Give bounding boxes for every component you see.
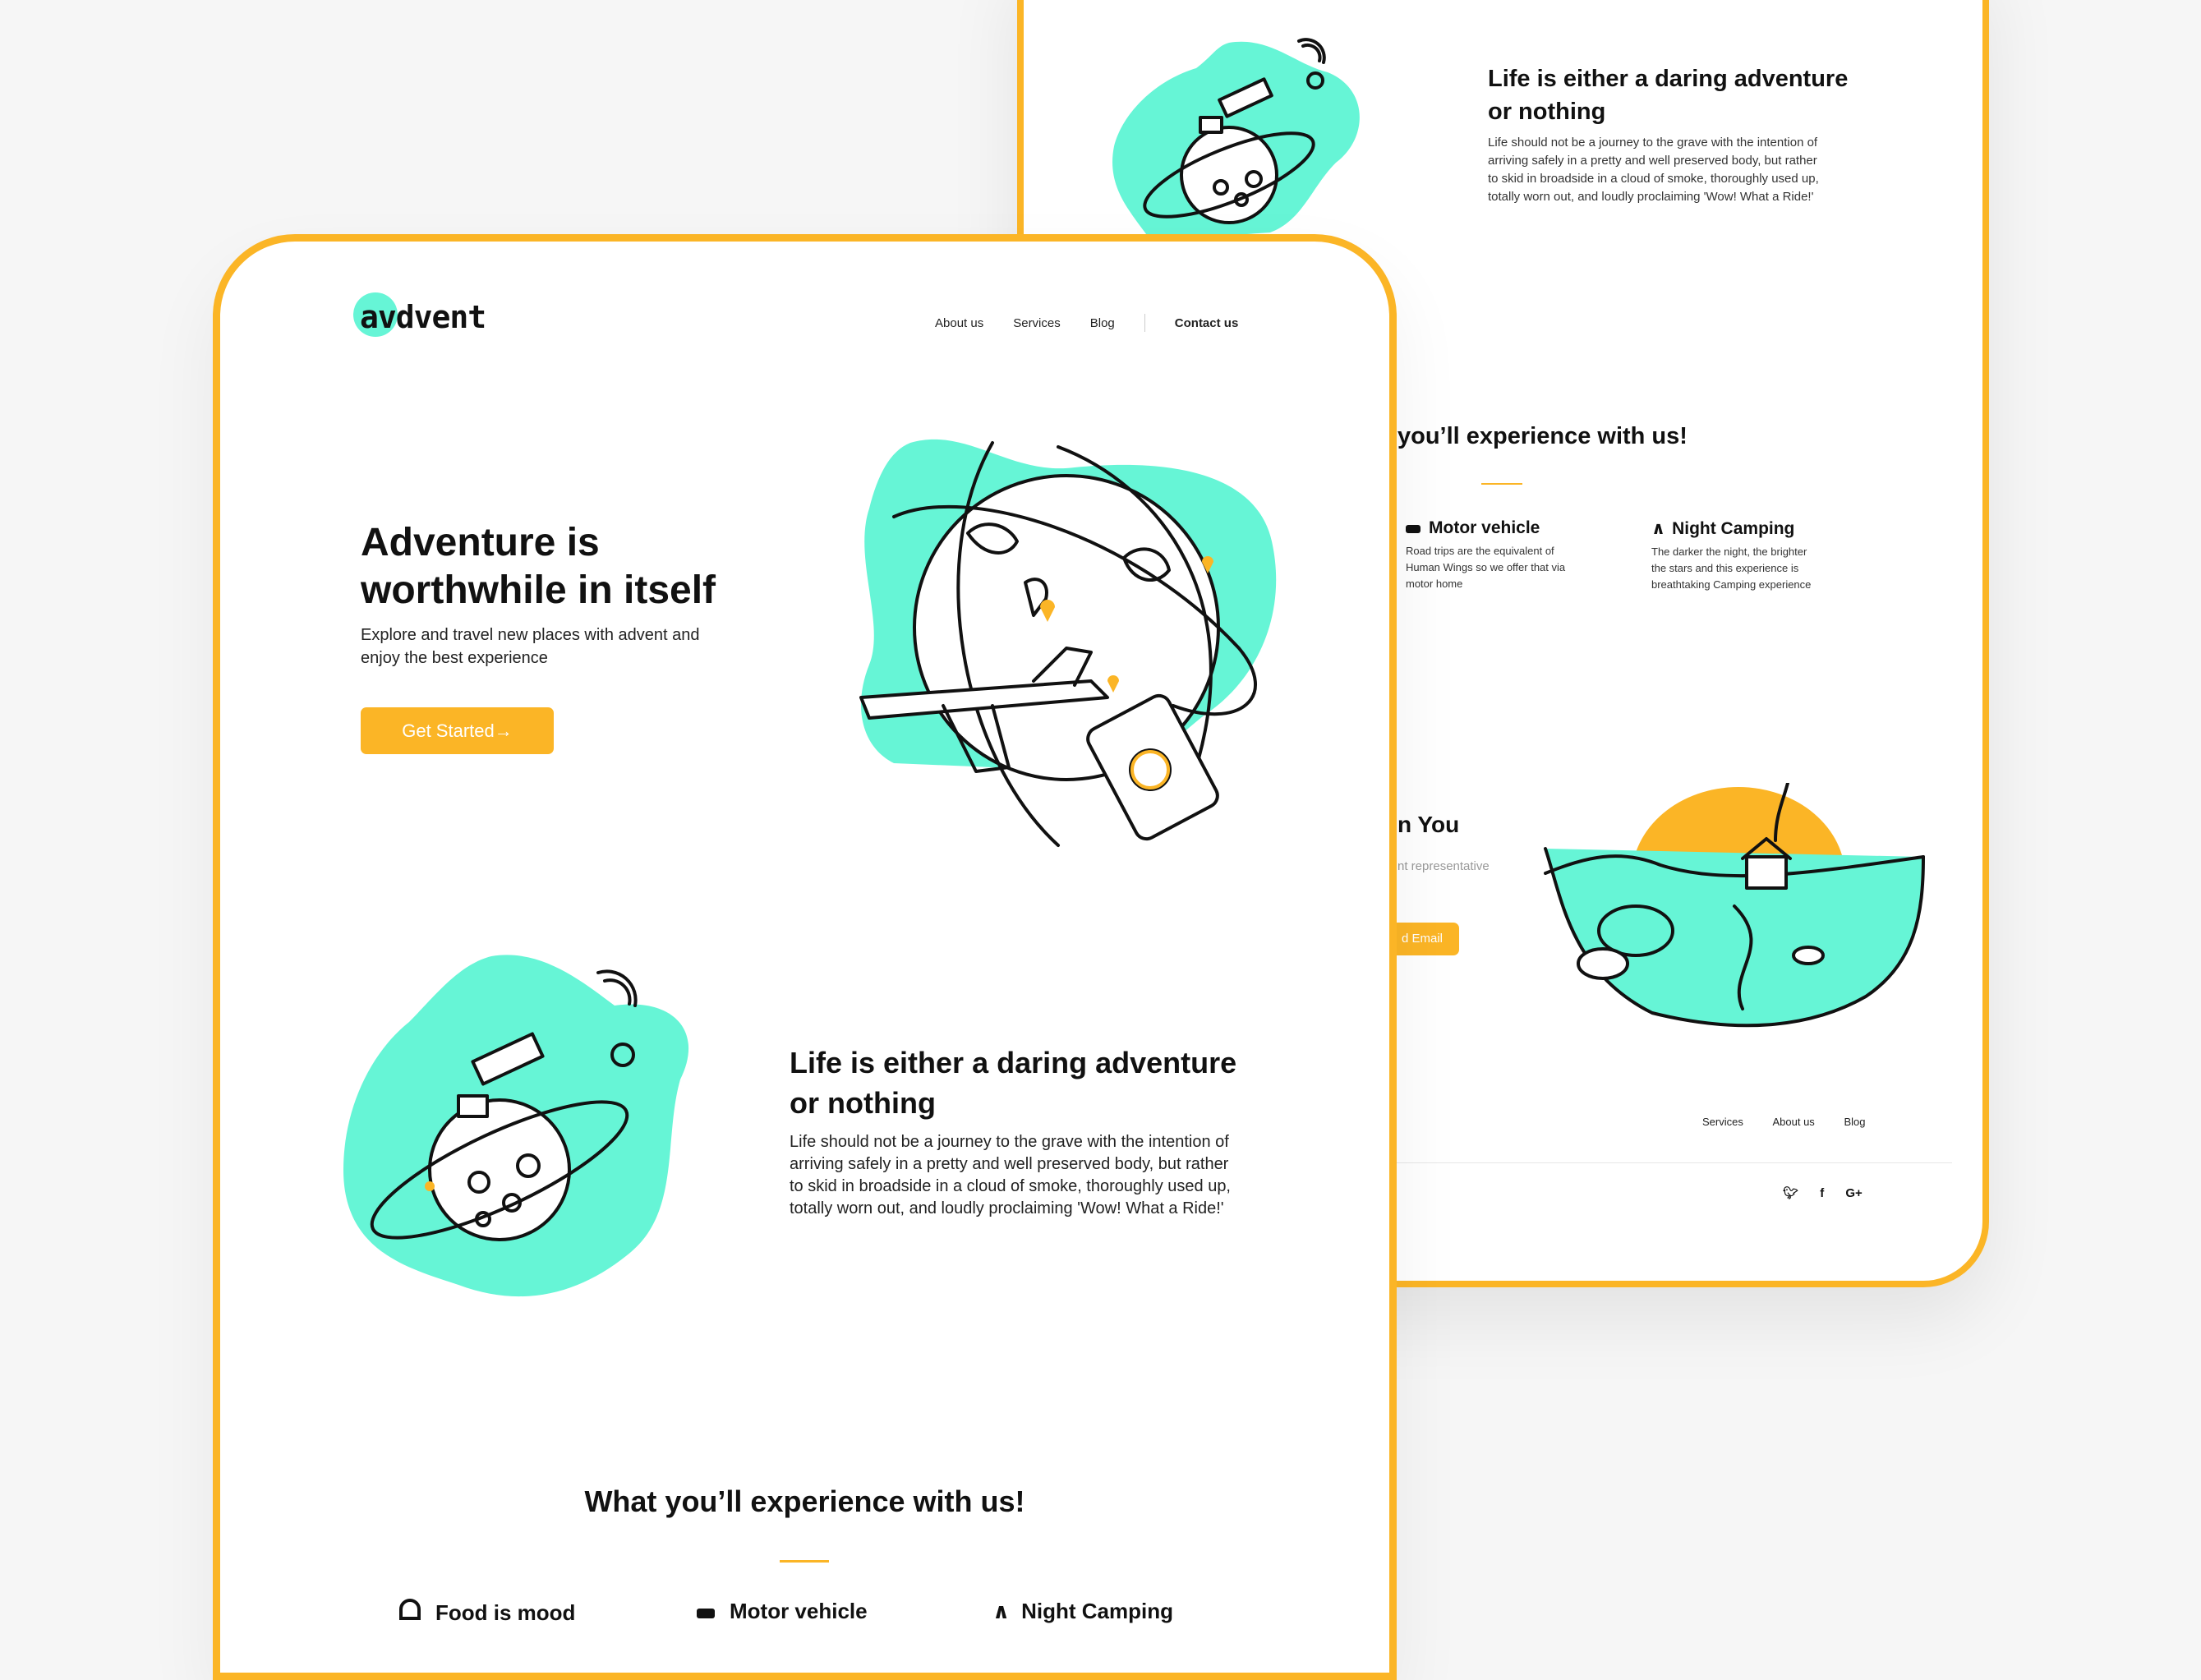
nav-separator — [1144, 314, 1145, 332]
about-body: Life should not be a journey to the grav… — [790, 1133, 1231, 1217]
experience-title: What you’ll experience with us! — [584, 1484, 1025, 1518]
contact-title-partial: n You — [1397, 812, 1460, 837]
top-nav: About us Services Blog Contact us — [935, 314, 1238, 332]
about-body-small: Life should not be a journey to the grav… — [1488, 136, 1819, 204]
logo[interactable]: avdvent — [353, 292, 486, 337]
hero-subtitle: Explore and travel new places with adven… — [361, 626, 700, 667]
car-icon — [1406, 525, 1421, 533]
hero-title: Adventure is worthwhile in itself — [361, 521, 716, 612]
logo-text: avdvent — [360, 299, 486, 335]
footer-nav: Services About us Blog — [1702, 1116, 1865, 1128]
about-title: Life is either a daring adventure or noth… — [790, 1046, 1237, 1120]
planet-telescope-illustration — [343, 955, 689, 1297]
nav-services[interactable]: Services — [1013, 316, 1061, 330]
feature-food: Food is mood — [399, 1599, 575, 1626]
feature-night-camping: ∧ Night Camping — [992, 1599, 1173, 1623]
feature-night-camping-small: ∧ Night Camping The darker the night, the… — [1651, 519, 1812, 591]
twitter-icon[interactable]: 🐦︎ — [1783, 1186, 1798, 1200]
about-title-small: Life is either a daring adventure or noth… — [1488, 66, 1849, 125]
tent-icon: ∧ — [992, 1599, 1011, 1623]
tent-icon: ∧ — [1651, 519, 1666, 538]
nav-about[interactable]: About us — [935, 316, 983, 330]
footer-link-services[interactable]: Services — [1702, 1116, 1743, 1128]
feature-motor-vehicle: Motor vehicle — [697, 1599, 868, 1624]
experience-divider — [780, 1560, 829, 1563]
camping-illustration — [1544, 783, 1925, 1028]
divider-line — [1481, 483, 1522, 485]
feature-motor-vehicle-small: Motor vehicle Road trips are the equival… — [1406, 518, 1566, 590]
footer-link-blog[interactable]: Blog — [1844, 1116, 1865, 1128]
social-links: 🐦︎ f G+ — [1783, 1185, 1863, 1200]
google-plus-icon[interactable]: G+ — [1845, 1186, 1862, 1200]
facebook-icon[interactable]: f — [1820, 1186, 1824, 1200]
globe-travel-illustration — [859, 439, 1277, 847]
footer-link-about[interactable]: About us — [1772, 1116, 1814, 1128]
footer-divider — [1377, 1162, 1952, 1163]
front-page: avdvent About us Services Blog Contact u… — [213, 234, 1397, 1680]
food-icon — [399, 1599, 421, 1620]
nav-contact[interactable]: Contact us — [1175, 316, 1239, 330]
contact-text-partial: nt representative — [1397, 859, 1490, 873]
nav-blog[interactable]: Blog — [1090, 316, 1115, 330]
experience-title-partial: you’ll experience with us! — [1397, 423, 1688, 449]
planet-illustration-small — [1112, 38, 1360, 241]
get-started-button[interactable]: Get Started→ — [361, 707, 554, 754]
